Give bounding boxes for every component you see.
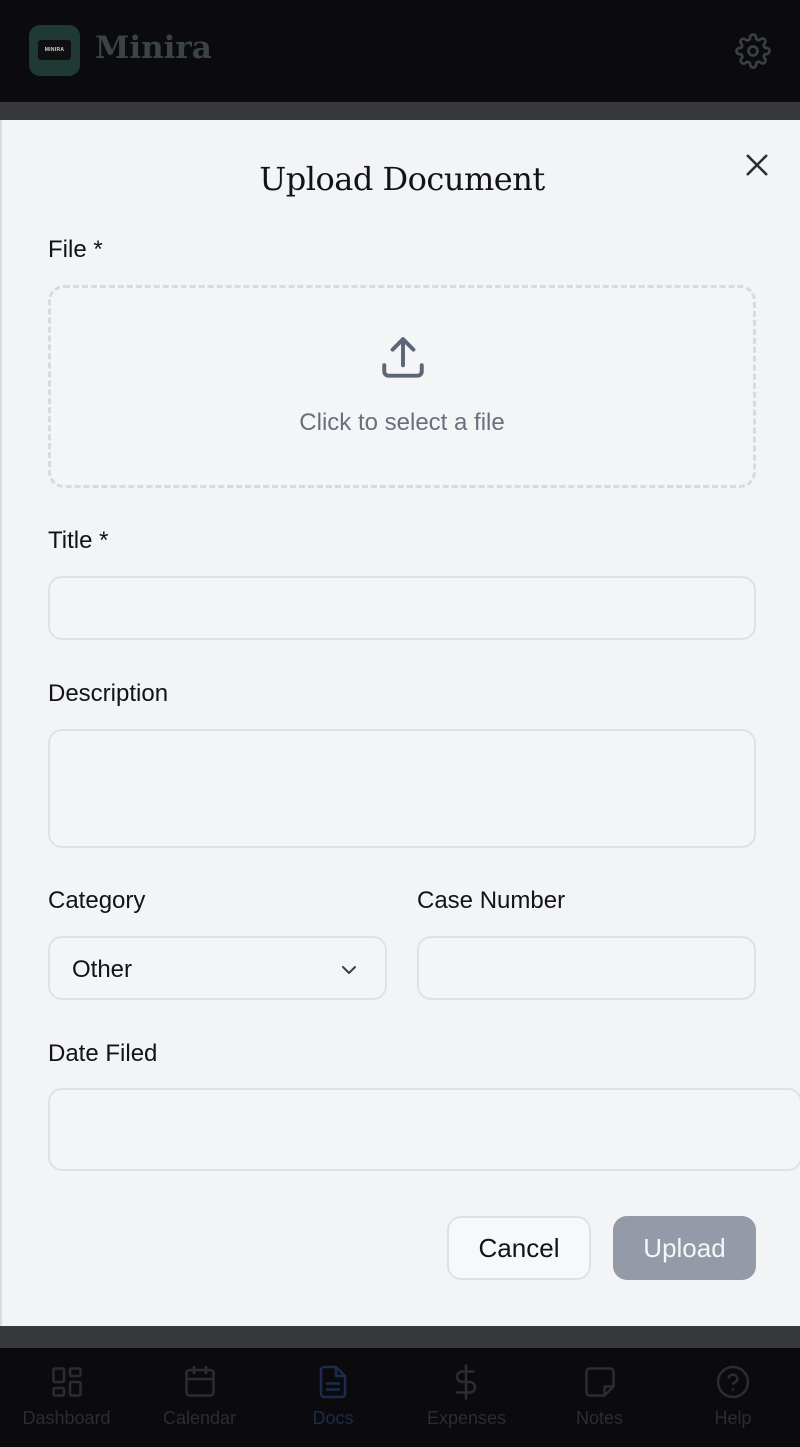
file-label: File *	[48, 236, 103, 263]
nav-label: Help	[714, 1408, 752, 1428]
help-icon	[716, 1365, 750, 1399]
nav-label: Dashboard	[22, 1408, 111, 1428]
nav-item-help[interactable]: Help	[666, 1348, 800, 1447]
cancel-button[interactable]: Cancel	[447, 1216, 591, 1280]
backdrop-strip-bottom	[0, 1326, 800, 1348]
grid-icon	[52, 1367, 82, 1397]
dropzone-text: Click to select a file	[299, 409, 505, 436]
backdrop-strip	[0, 102, 800, 120]
case-number-label: Case Number	[417, 887, 566, 914]
nav-label: Expenses	[426, 1408, 507, 1428]
nav-item-calendar[interactable]: Calendar	[133, 1348, 266, 1447]
file-dropzone[interactable]: Click to select a file	[48, 285, 756, 488]
upload-document-modal: Upload Document File * Click to select a…	[0, 120, 800, 1326]
note-icon	[585, 1367, 615, 1397]
upload-icon	[382, 337, 424, 378]
dollar-icon	[455, 1364, 477, 1400]
description-label: Description	[48, 680, 169, 707]
nav-item-notes[interactable]: Notes	[533, 1348, 666, 1447]
date-filed-label: Date Filed	[48, 1040, 158, 1067]
nav-label: Calendar	[162, 1408, 237, 1428]
nav-label: Docs	[312, 1408, 354, 1428]
brand-name: Minira	[95, 30, 212, 66]
app-header: MINIRA Minira	[0, 0, 800, 102]
nav-item-docs[interactable]: Docs	[266, 1348, 400, 1447]
description-textarea[interactable]	[48, 729, 756, 848]
category-label: Category	[48, 887, 146, 914]
logo-text: MINIRA	[44, 47, 65, 53]
app-logo: MINIRA	[29, 25, 80, 76]
gear-icon[interactable]	[735, 33, 771, 69]
category-select[interactable]: Other	[48, 936, 387, 1000]
calendar-icon	[185, 1365, 215, 1397]
nav-label: Notes	[575, 1408, 624, 1428]
bottom-nav: Dashboard Calendar Docs Expenses Notes H…	[0, 1348, 800, 1447]
case-number-input[interactable]	[417, 936, 756, 1000]
modal-title: Upload Document	[259, 160, 545, 198]
document-icon	[319, 1365, 347, 1399]
title-label: Title *	[48, 527, 109, 554]
nav-item-expenses[interactable]: Expenses	[400, 1348, 533, 1447]
nav-item-dashboard[interactable]: Dashboard	[0, 1348, 133, 1447]
upload-button[interactable]: Upload	[613, 1216, 756, 1280]
chevron-down-icon	[342, 966, 356, 974]
close-button[interactable]	[740, 148, 774, 182]
category-selected-value: Other	[72, 956, 133, 983]
title-input[interactable]	[48, 576, 756, 640]
close-icon	[746, 154, 768, 176]
date-filed-input[interactable]	[48, 1088, 800, 1171]
